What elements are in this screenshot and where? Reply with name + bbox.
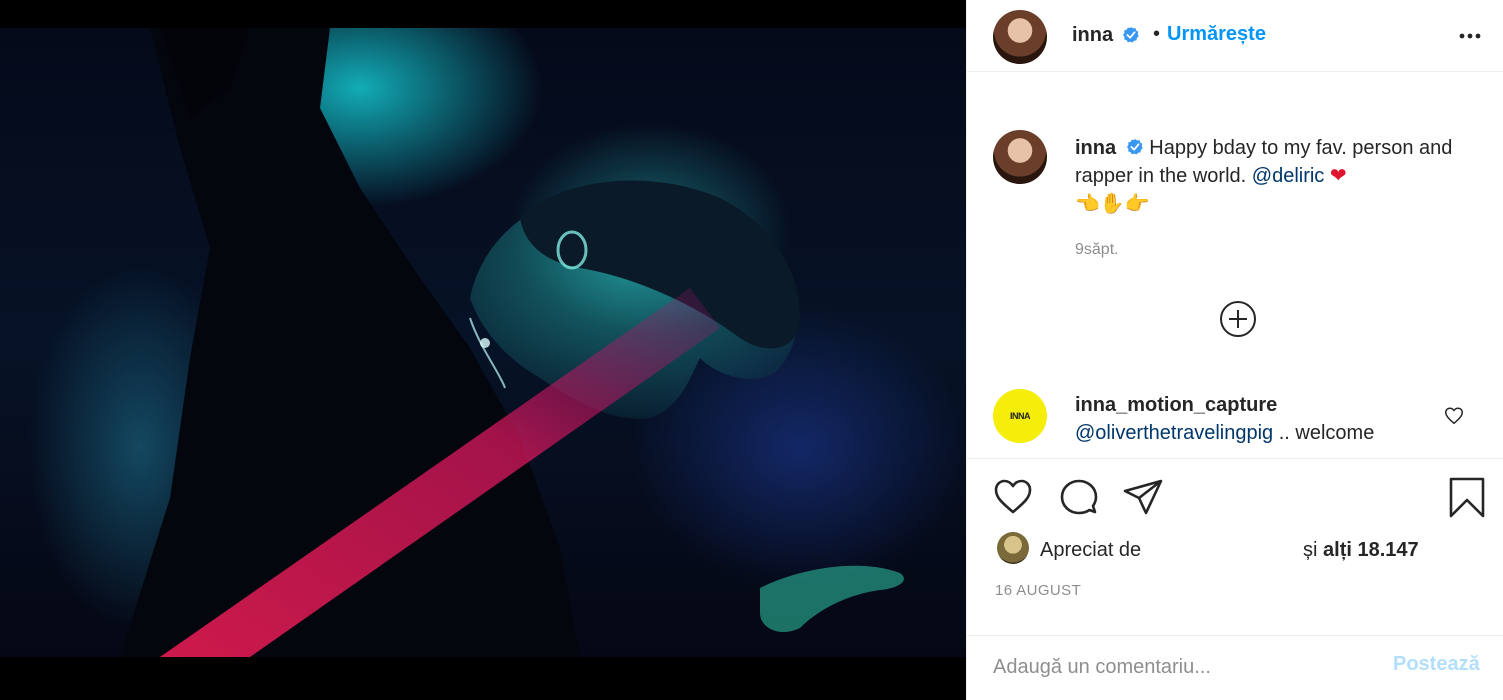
caption-block: inna Happy bday to my fav. person and ra… [967, 110, 1503, 360]
verified-badge-icon [1126, 138, 1143, 155]
comment-item: INNA inna_motion_capture @oliverthetrave… [967, 385, 1503, 455]
comment-body: .. welcome [1273, 422, 1375, 444]
likes-count[interactable]: și alți 18.147 [1303, 539, 1419, 562]
follow-separator: • [1153, 23, 1161, 45]
post-sidebar: inna • Urmărește inna Happy bday to my f… [966, 0, 1503, 700]
comment-like-heart-icon[interactable] [1443, 405, 1465, 427]
post-actions: Apreciat de și alți 18.147 16 AUGUST Pos… [967, 458, 1503, 700]
comment-composer: Postează [967, 635, 1503, 700]
post-comment-button[interactable]: Postează [1393, 653, 1480, 676]
post-photo[interactable] [0, 28, 966, 657]
caption-mention[interactable]: @deliric [1252, 165, 1325, 187]
likes-conjunction: și [1303, 539, 1318, 561]
photo-illustration [120, 28, 904, 657]
plus-circle-icon[interactable] [1219, 300, 1257, 338]
heart-emoji: ❤ [1329, 165, 1347, 187]
caption-text: inna Happy bday to my fav. person and ra… [1075, 134, 1475, 218]
likes-row: Apreciat de și alți 18.147 [997, 531, 1477, 565]
post-photo-frame [0, 0, 966, 700]
post-modal: inna • Urmărește inna Happy bday to my f… [0, 0, 1503, 700]
caption-username[interactable]: inna [1075, 137, 1116, 159]
bookmark-icon[interactable] [1445, 475, 1489, 519]
likes-others[interactable]: alți 18.147 [1323, 539, 1419, 561]
commenter-avatar[interactable]: INNA [993, 389, 1047, 443]
follow-button[interactable]: Urmărește [1167, 23, 1266, 46]
liker-avatar[interactable] [997, 532, 1029, 564]
comment-mention[interactable]: @oliverthetravelingpig [1075, 422, 1273, 444]
author-avatar[interactable] [993, 10, 1047, 64]
commenter-username[interactable]: inna_motion_capture [1075, 394, 1277, 417]
post-header: inna • Urmărește [967, 0, 1503, 72]
author-username[interactable]: inna [1072, 24, 1113, 47]
caption-author-avatar[interactable] [993, 130, 1047, 184]
heart-icon[interactable] [991, 475, 1035, 519]
likes-prefix: Apreciat de [1040, 539, 1142, 561]
post-time-ago[interactable]: 9săpt. [1075, 241, 1119, 259]
comment-bubble-icon[interactable] [1057, 475, 1101, 519]
paper-plane-icon[interactable] [1121, 475, 1165, 519]
liker-name-redacted [1152, 531, 1302, 565]
comment-input[interactable] [993, 652, 1353, 682]
verified-badge-icon [1122, 26, 1139, 43]
more-options-icon[interactable] [1455, 22, 1485, 42]
comment-text: @oliverthetravelingpig .. welcome [1075, 422, 1374, 445]
caption-emojis: 👈✋👉 [1075, 193, 1150, 215]
post-date[interactable]: 16 AUGUST [995, 582, 1081, 599]
